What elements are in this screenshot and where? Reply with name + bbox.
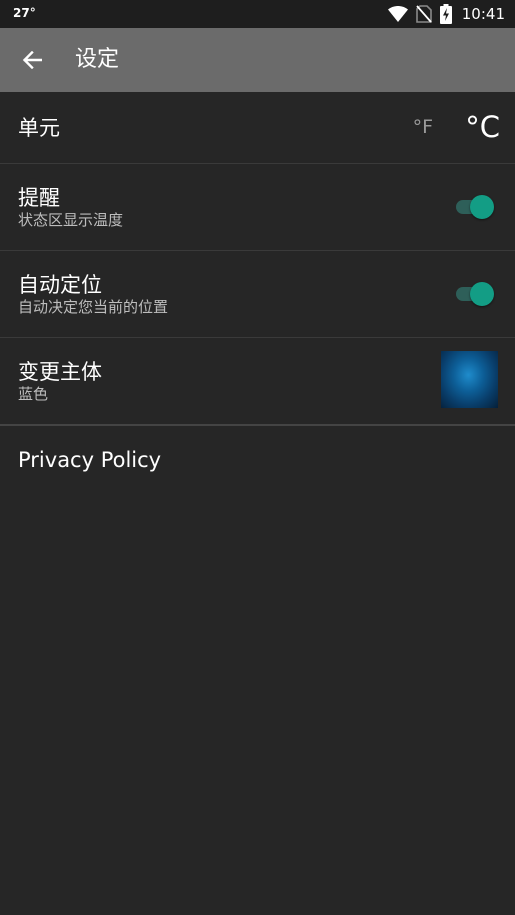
theme-subtitle: 蓝色	[18, 385, 49, 403]
back-button[interactable]	[14, 42, 50, 78]
auto-location-toggle[interactable]	[454, 281, 494, 307]
auto-location-subtitle: 自动决定您当前的位置	[18, 298, 169, 316]
battery-charging-icon	[439, 4, 452, 24]
toggle-thumb	[470, 282, 494, 306]
unit-label: 单元	[18, 116, 60, 140]
no-sim-icon	[415, 5, 432, 23]
theme-preview-thumbnail[interactable]	[441, 351, 498, 408]
toolbar: 设定	[0, 28, 515, 92]
reminder-toggle[interactable]	[454, 194, 494, 220]
toggle-thumb	[470, 195, 494, 219]
status-time: 10:41	[461, 5, 505, 23]
status-bar: 27° 10:41	[0, 0, 515, 28]
arrow-left-icon	[22, 51, 42, 69]
wifi-icon	[387, 6, 408, 22]
privacy-policy-link[interactable]: Privacy Policy	[18, 446, 161, 474]
reminder-label: 提醒	[18, 186, 60, 210]
reminder-subtitle: 状态区显示温度	[18, 211, 124, 229]
theme-row[interactable]: 变更主体 蓝色	[0, 338, 515, 426]
theme-label: 变更主体	[18, 360, 102, 384]
auto-location-label: 自动定位	[18, 273, 102, 297]
auto-location-row[interactable]: 自动定位 自动决定您当前的位置	[0, 251, 515, 338]
reminder-row[interactable]: 提醒 状态区显示温度	[0, 164, 515, 251]
page-title: 设定	[75, 47, 120, 72]
status-icons: 10:41	[387, 3, 505, 25]
celsius-option[interactable]: °C	[465, 110, 500, 144]
status-temperature: 27°	[13, 6, 36, 20]
fahrenheit-option[interactable]: °F	[413, 116, 433, 138]
unit-row: 单元 °F °C	[0, 92, 515, 164]
